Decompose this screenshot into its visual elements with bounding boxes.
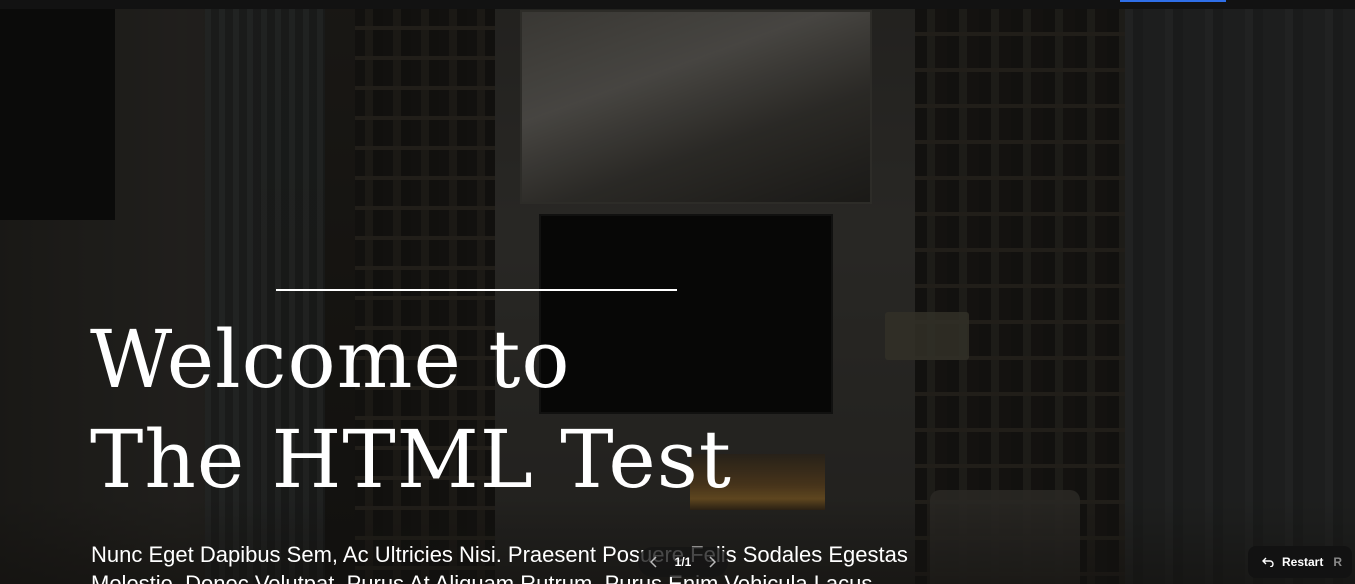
- chevron-right-icon[interactable]: [704, 554, 720, 570]
- restart-button[interactable]: Restart R: [1248, 546, 1352, 578]
- hero-subtitle: Nunc Eget Dapibus Sem, Ac Ultricies Nisi…: [91, 542, 908, 584]
- chevron-left-icon[interactable]: [646, 554, 662, 570]
- hero-title: Welcome to The HTML Test: [90, 310, 732, 510]
- title-divider-line: [276, 289, 677, 291]
- hero-title-line-1: Welcome to: [90, 313, 571, 406]
- undo-arrow-icon: [1262, 557, 1274, 567]
- top-navigation-bar: [0, 0, 1355, 9]
- nav-button-edge[interactable]: [1120, 0, 1226, 2]
- hero-section: Welcome to The HTML Test Nunc Eget Dapib…: [0, 0, 1355, 584]
- hero-title-line-2: The HTML Test: [90, 413, 732, 506]
- slide-counter: 1/1: [674, 555, 692, 569]
- restart-shortcut-key: R: [1333, 555, 1342, 569]
- restart-label: Restart: [1282, 555, 1324, 569]
- slide-pager: 1/1: [638, 547, 728, 577]
